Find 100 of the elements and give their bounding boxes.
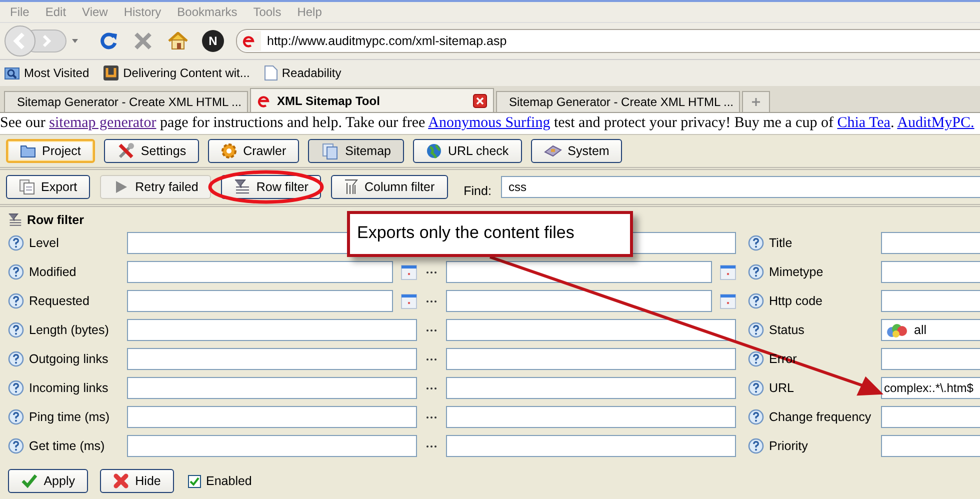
input-field[interactable]	[127, 261, 393, 283]
find-field[interactable]: css	[501, 176, 980, 198]
calendar-icon[interactable]	[720, 264, 736, 280]
input-field[interactable]	[446, 377, 736, 399]
field-label: Length (bytes)	[29, 323, 109, 337]
site-logo-icon	[103, 65, 120, 81]
ellipsis-icon	[426, 270, 437, 274]
field-label: Get time (ms)	[29, 439, 105, 453]
help-icon[interactable]	[8, 235, 24, 251]
browser-tab[interactable]: Sitemap Generator - Create XML HTML ...	[4, 91, 248, 112]
input-field[interactable]	[881, 290, 980, 312]
browser-tab[interactable]: XML Sitemap Tool	[250, 88, 494, 112]
help-icon[interactable]	[748, 409, 764, 425]
site-favicon-icon	[257, 94, 271, 108]
help-icon[interactable]	[8, 380, 24, 396]
find-label: Find:	[464, 184, 492, 200]
enabled-checkbox[interactable]: Enabled	[188, 474, 252, 488]
calendar-icon[interactable]	[401, 264, 417, 280]
site-favicon-icon	[242, 34, 256, 48]
input-field[interactable]	[127, 435, 417, 457]
input-field[interactable]	[881, 261, 980, 283]
check-icon	[21, 473, 38, 489]
field-label: Priority	[769, 439, 808, 453]
help-icon[interactable]	[748, 438, 764, 454]
bookmark-item[interactable]: Readability	[264, 65, 342, 81]
help-icon[interactable]	[748, 293, 764, 309]
browser-tab[interactable]: Sitemap Generator - Create XML HTML ...	[496, 91, 740, 112]
help-icon[interactable]	[748, 235, 764, 251]
x-mark-icon	[113, 473, 130, 489]
input-field[interactable]: complex:.*\.htm$	[881, 377, 980, 399]
ellipsis-icon	[426, 300, 437, 302]
stop-icon[interactable]	[134, 32, 152, 50]
input-field[interactable]	[881, 406, 980, 428]
bookmark-item[interactable]: Most Visited	[4, 65, 90, 81]
help-icon[interactable]	[748, 322, 764, 338]
help-icon[interactable]	[8, 322, 24, 338]
info-sentence: See our sitemap generator page for instructions and help. Take our free Anonymous Surfing test and protect your privacy! Buy me a cup of Chia Tea. AuditMyPC.	[0, 113, 980, 135]
input-field[interactable]	[127, 348, 417, 370]
folder-icon	[20, 144, 36, 158]
help-icon[interactable]	[748, 380, 764, 396]
ellipsis-icon	[426, 386, 437, 390]
hide-button[interactable]: Hide	[100, 469, 174, 493]
address-bar[interactable]: http://www.auditmypc.com/xml-sitemap.asp	[236, 29, 980, 53]
input-field[interactable]	[881, 348, 980, 370]
field-label: Outgoing links	[29, 352, 108, 366]
input-field[interactable]	[127, 406, 417, 428]
field-label: Modified	[29, 265, 76, 279]
input-field[interactable]	[127, 377, 417, 399]
help-icon[interactable]	[8, 438, 24, 454]
toolbar-tab-button[interactable]: Sitemap	[308, 139, 404, 163]
input-field[interactable]	[127, 290, 393, 312]
colored-balls-icon	[886, 322, 908, 338]
input-field[interactable]	[881, 232, 980, 254]
new-tab-button[interactable]	[742, 91, 770, 112]
input-field[interactable]	[446, 435, 736, 457]
text-link[interactable]: sitemap generator	[49, 115, 156, 131]
pages-icon	[321, 142, 340, 160]
back-forward-buttons[interactable]	[4, 25, 78, 57]
help-icon[interactable]	[8, 351, 24, 367]
bookmark-item[interactable]: Delivering Content wit...	[103, 65, 250, 81]
toolbar-tab-button[interactable]: Crawler	[208, 139, 300, 163]
ellipsis-icon	[426, 328, 437, 332]
toolbar-tab-button[interactable]: System	[530, 139, 622, 163]
input-field[interactable]	[446, 290, 712, 312]
search-folder-icon	[4, 65, 20, 81]
text-link[interactable]: Anonymous Surfing	[428, 115, 550, 131]
input-field[interactable]	[446, 348, 736, 370]
input-field[interactable]	[446, 406, 736, 428]
apply-button[interactable]: Apply	[8, 469, 88, 493]
plus-icon	[751, 97, 761, 107]
filter-icon	[8, 213, 22, 227]
toolbar-button[interactable]: Export	[6, 175, 90, 199]
toolbar-button[interactable]: Column filter	[331, 175, 448, 199]
toolbar-tab-button[interactable]: Settings	[104, 139, 200, 163]
input-field[interactable]	[127, 319, 417, 341]
field-label: Level	[29, 236, 59, 250]
input-field[interactable]	[446, 319, 736, 341]
help-icon[interactable]	[748, 351, 764, 367]
text-link[interactable]: Chia Tea	[837, 115, 890, 131]
help-icon[interactable]	[8, 409, 24, 425]
calendar-icon[interactable]	[720, 294, 736, 308]
input-field[interactable]	[446, 261, 712, 283]
help-icon[interactable]	[8, 264, 24, 280]
copy-icon	[19, 179, 35, 195]
status-dropdown[interactable]: all	[881, 319, 980, 341]
reload-icon[interactable]	[100, 32, 118, 50]
toolbar-tab-button[interactable]: Project	[6, 139, 95, 163]
toolbar-tab-button[interactable]: URL check	[413, 139, 522, 163]
close-icon[interactable]	[473, 94, 487, 108]
help-icon[interactable]	[8, 293, 24, 309]
input-field[interactable]	[881, 435, 980, 457]
ellipsis-icon	[426, 416, 437, 418]
field-label: Mimetype	[769, 265, 824, 279]
home-icon[interactable]	[168, 32, 188, 50]
text-link[interactable]: AuditMyPC.	[897, 115, 974, 131]
field-label: Incoming links	[29, 381, 108, 395]
calendar-icon[interactable]	[401, 294, 417, 308]
addon-badge[interactable]: N	[202, 30, 224, 52]
help-icon[interactable]	[748, 264, 764, 280]
filter-icon	[234, 179, 250, 195]
